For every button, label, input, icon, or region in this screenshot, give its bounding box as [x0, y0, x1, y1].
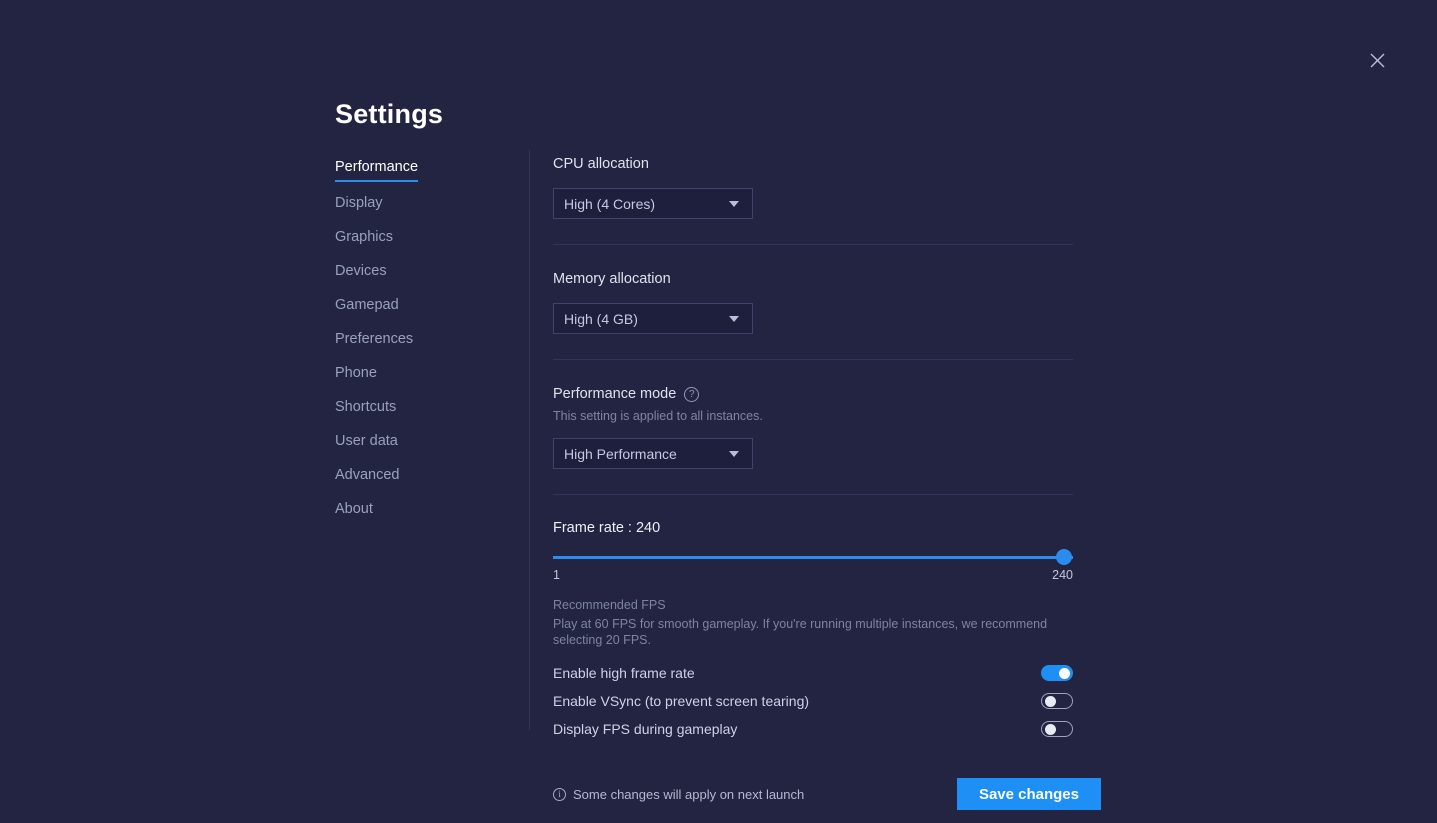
chevron-down-icon: [729, 200, 739, 207]
memory-allocation-section: Memory allocation High (4 GB): [553, 270, 1073, 334]
sidebar-divider: [529, 150, 530, 730]
toggle-display-fps[interactable]: [1041, 721, 1073, 737]
chevron-down-icon: [729, 315, 739, 322]
close-icon: [1370, 53, 1384, 67]
info-icon: i: [553, 787, 566, 801]
cpu-allocation-value: High (4 Cores): [564, 195, 656, 212]
sidebar-item-devices[interactable]: Devices: [335, 263, 387, 280]
sidebar-item-user-data[interactable]: User data: [335, 433, 398, 450]
toggle-high-frame-rate[interactable]: [1041, 665, 1073, 681]
cpu-allocation-select[interactable]: High (4 Cores): [553, 188, 753, 219]
performance-mode-label: Performance mode: [553, 386, 677, 402]
sidebar-item-graphics[interactable]: Graphics: [335, 229, 393, 246]
performance-mode-select[interactable]: High Performance: [553, 438, 753, 469]
settings-sidebar: Performance Display Graphics Devices Gam…: [335, 159, 515, 535]
apply-note-text: Some changes will apply on next launch: [573, 786, 805, 802]
question-mark-icon[interactable]: ?: [684, 386, 700, 402]
frame-rate-slider[interactable]: [553, 549, 1073, 565]
recommended-fps-body: Play at 60 FPS for smooth gameplay. If y…: [553, 617, 1048, 647]
page-title: Settings: [335, 99, 444, 129]
settings-footer: i Some changes will apply on next launch…: [553, 778, 1101, 810]
sidebar-item-performance[interactable]: Performance: [335, 159, 419, 182]
memory-allocation-value: High (4 GB): [564, 310, 638, 327]
performance-mode-section: Performance mode ? This setting is appli…: [553, 385, 1073, 469]
sidebar-item-gamepad[interactable]: Gamepad: [335, 297, 399, 314]
apply-note: i Some changes will apply on next launch: [553, 787, 804, 802]
toggle-row-vsync: Enable VSync (to prevent screen tearing): [553, 687, 1073, 715]
toggle-label-vsync: Enable VSync (to prevent screen tearing): [553, 693, 810, 709]
memory-allocation-label: Memory allocation: [553, 271, 671, 287]
toggle-list: Enable high frame rate Enable VSync (to …: [553, 659, 1073, 743]
sidebar-item-about[interactable]: About: [335, 501, 373, 518]
toggle-label-high-frame-rate: Enable high frame rate: [553, 665, 695, 681]
save-changes-button[interactable]: Save changes: [956, 778, 1101, 810]
toggle-row-high-frame-rate: Enable high frame rate: [553, 659, 1073, 687]
chevron-down-icon: [729, 450, 739, 457]
cpu-allocation-section: CPU allocation High (4 Cores): [553, 155, 1073, 219]
toggle-knob: [1045, 723, 1056, 735]
settings-content: CPU allocation High (4 Cores) Memory all…: [553, 155, 1101, 810]
frame-rate-slider-thumb[interactable]: [1056, 549, 1072, 565]
toggle-knob: [1059, 667, 1070, 679]
frame-rate-section: Frame rate : 240 1 240 Recommended FPS P…: [553, 520, 1073, 648]
sidebar-item-shortcuts[interactable]: Shortcuts: [335, 399, 396, 416]
toggle-row-display-fps: Display FPS during gameplay: [553, 715, 1073, 743]
frame-rate-title: Frame rate : 240: [553, 520, 661, 536]
toggle-label-display-fps: Display FPS during gameplay: [553, 721, 738, 737]
frame-rate-slider-track: [553, 556, 1073, 559]
sidebar-item-advanced[interactable]: Advanced: [335, 467, 400, 484]
frame-rate-min-label: 1: [553, 568, 560, 582]
performance-mode-value: High Performance: [564, 445, 677, 462]
toggle-vsync[interactable]: [1041, 693, 1073, 709]
performance-mode-note: This setting is applied to all instances…: [553, 409, 763, 423]
sidebar-item-phone[interactable]: Phone: [335, 365, 377, 382]
memory-allocation-select[interactable]: High (4 GB): [553, 303, 753, 334]
close-window-button[interactable]: [1363, 46, 1391, 74]
cpu-allocation-label: CPU allocation: [553, 156, 649, 172]
recommended-fps-heading: Recommended FPS: [553, 598, 666, 612]
sidebar-item-preferences[interactable]: Preferences: [335, 331, 413, 348]
toggle-knob: [1045, 695, 1056, 707]
frame-rate-max-label: 240: [1052, 568, 1073, 582]
sidebar-item-display[interactable]: Display: [335, 195, 383, 212]
